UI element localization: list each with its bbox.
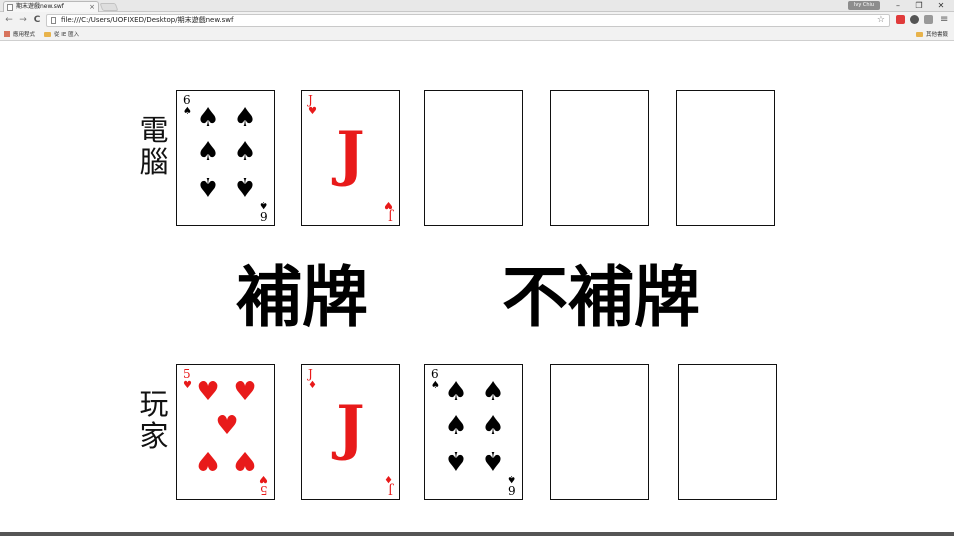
card-pip-icon: ♠ [196, 171, 220, 201]
apps-grid-icon [4, 31, 10, 37]
card-pip-icon: ♠ [196, 103, 220, 133]
extension-gray-icon[interactable] [924, 15, 933, 24]
card-pip-icon: ♥ [233, 445, 257, 475]
card-rank-bottom: 6 [508, 483, 516, 497]
folder-icon [44, 32, 51, 37]
new-tab-button[interactable] [99, 3, 119, 11]
card-rank-bottom: J [388, 483, 393, 497]
card-rank-top: 6 [183, 93, 191, 107]
card-rank-top: 5 [183, 367, 191, 381]
playing-card: 6 ♠ 6 ♠ ♠ ♠ ♠ ♠ ♠ ♠ [424, 364, 523, 500]
browser-tab[interactable]: 期末遊戲new.swf × [3, 1, 99, 12]
restore-button[interactable]: ❐ [909, 0, 929, 12]
card-suit-bottom-icon: ♠ [507, 473, 516, 484]
bookmark-apps[interactable]: 應用程式 [4, 29, 35, 41]
reload-button[interactable]: C [31, 14, 43, 26]
card-rank-bottom: 6 [260, 209, 268, 223]
card-pip-icon: ♠ [481, 445, 505, 475]
card-pip-icon: ♥ [196, 445, 220, 475]
bookmark-other-label: 其他書籤 [926, 32, 949, 38]
card-rank-top: J [308, 367, 313, 381]
empty-card-slot [424, 90, 523, 226]
card-pip-icon: ♠ [444, 445, 468, 475]
card-suit-top-icon: ♠ [183, 106, 192, 117]
address-bar[interactable]: file:///C:/Users/UOFIXED/Desktop/期末遊戲new… [46, 14, 890, 27]
card-suit-top-icon: ♥ [183, 380, 192, 391]
card-rank-bottom: 5 [260, 483, 268, 497]
card-face-rank: J [336, 119, 365, 189]
card-pip-icon: ♥ [233, 377, 257, 407]
bookmark-imported-label: 從 IE 匯入 [54, 32, 80, 38]
window-bottom-border [0, 532, 954, 536]
minimize-button[interactable]: – [888, 0, 908, 12]
browser-toolbar: ← → C file:///C:/Users/UOFIXED/Desktop/期… [0, 12, 954, 29]
playing-card: J ♥ J ♥ J [301, 90, 400, 226]
browser-menu-icon[interactable]: ≡ [940, 14, 950, 26]
card-suit-bottom-icon: ♠ [259, 199, 268, 210]
card-pip-icon: ♠ [444, 377, 468, 407]
card-pip-icon: ♥ [196, 377, 220, 407]
card-suit-bottom-icon: ♥ [384, 199, 393, 210]
bookmark-imported[interactable]: 從 IE 匯入 [44, 29, 79, 41]
url-text: file:///C:/Users/UOFIXED/Desktop/期末遊戲new… [61, 16, 234, 24]
hit-button[interactable]: 補牌 [236, 260, 368, 334]
computer-label: 電腦 [139, 113, 169, 179]
folder-icon [916, 32, 923, 37]
extension-red-icon[interactable] [896, 15, 905, 24]
bookmark-star-icon[interactable]: ☆ [877, 15, 885, 26]
page-icon [51, 17, 56, 24]
playing-card: 6 ♠ 6 ♠ ♠ ♠ ♠ ♠ ♠ ♠ [176, 90, 275, 226]
stand-button[interactable]: 不補牌 [502, 260, 700, 334]
document-icon [7, 4, 13, 11]
back-button[interactable]: ← [3, 14, 15, 26]
playing-card: 5 ♥ 5 ♥ ♥ ♥ ♥ ♥ ♥ [176, 364, 275, 500]
card-suit-top-icon: ♦ [308, 380, 317, 391]
tab-title: 期末遊戲new.swf [16, 3, 64, 10]
game-stage[interactable]: 電腦 玩家 6 ♠ 6 ♠ ♠ ♠ ♠ ♠ ♠ ♠ J ♥ J ♥ J 5 ♥ 5 ♥ ♥ ♥ ♥ ♥ ♥ J ♦ J ♦ J 6 ♠ 6 ♠… [0, 42, 954, 536]
tab-close-icon[interactable]: × [89, 2, 95, 12]
forward-button[interactable]: → [17, 14, 29, 26]
extension-circle-icon[interactable] [910, 15, 919, 24]
playing-card: J ♦ J ♦ J [301, 364, 400, 500]
card-rank-top: J [308, 93, 313, 107]
empty-card-slot [678, 364, 777, 500]
card-pip-icon: ♠ [233, 171, 257, 201]
card-pip-icon: ♠ [481, 377, 505, 407]
card-suit-top-icon: ♠ [431, 380, 440, 391]
card-pip-icon: ♠ [444, 411, 468, 441]
card-rank-bottom: J [388, 209, 393, 223]
empty-card-slot [550, 364, 649, 500]
card-rank-top: 6 [431, 367, 439, 381]
empty-card-slot [550, 90, 649, 226]
card-pip-icon: ♠ [233, 103, 257, 133]
bookmark-apps-label: 應用程式 [13, 32, 36, 38]
profile-badge[interactable]: Ivy Chiu [848, 1, 880, 10]
card-pip-icon: ♥ [215, 411, 239, 441]
empty-card-slot [676, 90, 775, 226]
tab-strip: 期末遊戲new.swf × Ivy Chiu – ❐ ✕ [0, 0, 954, 12]
bookmarks-bar: 應用程式 從 IE 匯入 其他書籤 [0, 29, 954, 41]
card-pip-icon: ♠ [233, 137, 257, 167]
card-pip-icon: ♠ [481, 411, 505, 441]
card-pip-icon: ♠ [196, 137, 220, 167]
card-suit-bottom-icon: ♥ [259, 473, 268, 484]
card-face-rank: J [336, 393, 365, 463]
window-close-button[interactable]: ✕ [931, 0, 951, 12]
card-suit-bottom-icon: ♦ [384, 473, 393, 484]
player-label: 玩家 [139, 387, 169, 453]
card-suit-top-icon: ♥ [308, 106, 317, 117]
bookmark-other[interactable]: 其他書籤 [916, 29, 948, 41]
